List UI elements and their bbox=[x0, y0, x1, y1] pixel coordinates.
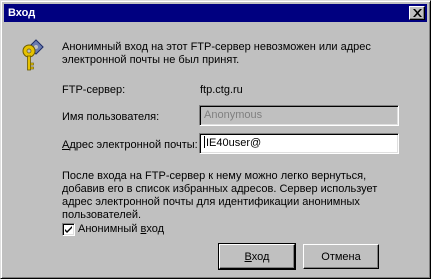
title-bar[interactable]: Вход bbox=[4, 4, 427, 22]
cancel-button[interactable]: Отмена bbox=[303, 244, 379, 269]
username-field[interactable]: Anonymous bbox=[199, 105, 399, 126]
email-label: Адрес электронной почты: bbox=[62, 139, 198, 151]
text-cursor bbox=[204, 136, 205, 148]
keys-icon bbox=[22, 39, 44, 71]
login-dialog: Вход Анонимный вход на этот FTP-сервер н… bbox=[0, 0, 431, 279]
login-button[interactable]: Вход bbox=[218, 243, 296, 270]
checkmark-icon bbox=[65, 226, 72, 233]
info-text: После входа на FTP-сервер к нему можно л… bbox=[62, 170, 378, 221]
server-value: ftp.ctg.ru bbox=[200, 84, 243, 96]
error-message: Анонимный вход на этот FTP-сервер невозм… bbox=[62, 41, 371, 66]
close-button[interactable] bbox=[409, 6, 425, 20]
anonymous-login-label: Анонимный вход bbox=[78, 223, 165, 235]
email-value: IE40user@ bbox=[206, 137, 262, 149]
anonymous-login-checkbox[interactable] bbox=[62, 223, 75, 236]
username-value: Anonymous bbox=[204, 109, 263, 121]
email-label-rest: дрес электронной почты: bbox=[69, 139, 198, 151]
username-label: Имя пользователя: bbox=[62, 111, 160, 123]
dialog-title: Вход bbox=[8, 7, 36, 19]
email-field[interactable]: IE40user@ bbox=[199, 133, 399, 154]
close-icon bbox=[413, 9, 422, 17]
server-label: FTP-сервер: bbox=[62, 84, 126, 96]
